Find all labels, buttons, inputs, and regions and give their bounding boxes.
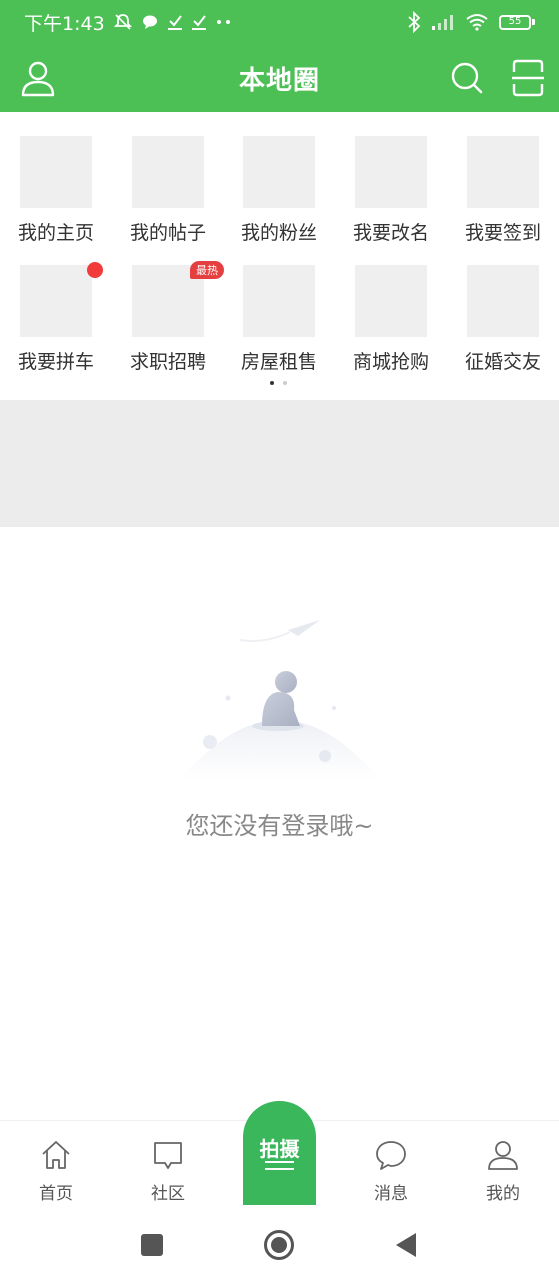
tab-messages[interactable]: 消息 [335,1121,447,1211]
menu-icon-placeholder [467,136,539,208]
system-nav-bar [0,1210,559,1280]
menu-item-label: 房屋租售 [240,351,317,373]
menu-icon-placeholder [355,136,427,208]
page-dot [283,381,287,385]
tab-community-label: 社区 [151,1184,185,1204]
page-indicator [270,381,287,385]
menu-item-my-fans[interactable]: 我的粉丝 [223,112,333,244]
menu-item-my-homepage[interactable]: 我的主页 [0,112,110,244]
menu-grid: 我的主页 我的帖子 我的粉丝 我要改名 我要签到 我要拼车 求职招聘 房屋租售 … [0,112,559,400]
recents-button[interactable] [135,1228,169,1262]
message-icon [376,1141,406,1170]
menu-item-label: 我要拼车 [17,351,94,373]
person-sitting-on-planet-illustration [180,620,380,780]
menu-icon-placeholder [243,265,315,337]
page-dot-active [270,381,274,385]
home-button[interactable] [262,1228,296,1262]
menu-item-label: 求职招聘 [129,351,206,373]
chat-bubble-icon [142,15,157,29]
mute-icon [113,14,132,30]
hot-badge: 最热 [190,261,224,279]
wifi-icon [466,14,488,31]
signal-icon [432,15,453,30]
status-left: 下午1:43 [24,9,233,36]
menu-icon-placeholder [243,136,315,208]
status-bar: 下午1:43 55 [0,0,559,44]
status-time: 下午1:43 [24,12,105,35]
capture-button-label: 拍摄 [259,1137,300,1161]
menu-item-carpool[interactable]: 我要拼车 [0,241,110,373]
tab-home[interactable]: 首页 [0,1121,112,1211]
tab-mine[interactable]: 我的 [447,1121,559,1211]
scan-icon[interactable] [510,58,546,98]
menu-item-my-posts[interactable]: 我的帖子 [112,112,222,244]
menu-item-flash-sale[interactable]: 商城抢购 [335,241,445,373]
battery-tip [532,19,535,25]
search-icon[interactable] [449,60,485,96]
more-dots-icon [216,20,230,24]
back-button[interactable] [389,1228,423,1262]
notification-icons [113,12,233,32]
menu-item-housing[interactable]: 房屋租售 [223,241,333,373]
app-header: 本地圈 [0,44,559,112]
banner-placeholder[interactable] [0,400,559,527]
user-icon[interactable] [20,58,56,98]
profile-icon [488,1141,518,1170]
menu-item-rename[interactable]: 我要改名 [335,112,445,244]
bluetooth-icon [408,11,421,33]
tab-home-label: 首页 [39,1184,73,1204]
empty-state-message: 您还没有登录哦~ [185,812,374,840]
menu-lines-icon [265,1161,294,1175]
capture-button[interactable]: 拍摄 [243,1101,316,1205]
menu-icon-placeholder [132,136,204,208]
download-icon [191,15,206,30]
menu-icon-placeholder [355,265,427,337]
notification-red-dot [87,262,103,278]
status-right: 55 [407,11,535,33]
battery-icon: 55 [499,14,535,30]
menu-item-dating[interactable]: 征婚交友 [447,241,557,373]
menu-item-label: 征婚交友 [464,351,541,373]
page-title: 本地圈 [238,65,320,96]
menu-icon-placeholder [20,265,92,337]
battery-level: 55 [499,14,531,30]
tab-messages-label: 消息 [374,1184,408,1204]
download-icon [167,15,182,30]
menu-item-jobs[interactable]: 求职招聘 [112,241,222,373]
community-icon [154,1142,182,1169]
menu-item-check-in[interactable]: 我要签到 [447,112,557,244]
tab-mine-label: 我的 [486,1184,520,1204]
menu-item-label: 商城抢购 [352,351,429,373]
tab-community[interactable]: 社区 [112,1121,224,1211]
menu-icon-placeholder [467,265,539,337]
home-icon [42,1141,70,1169]
page: 下午1:43 55 本地圈 我的主页 我的帖子 我的粉丝 我要改名 我要签到 我… [0,0,559,1280]
menu-icon-placeholder [20,136,92,208]
